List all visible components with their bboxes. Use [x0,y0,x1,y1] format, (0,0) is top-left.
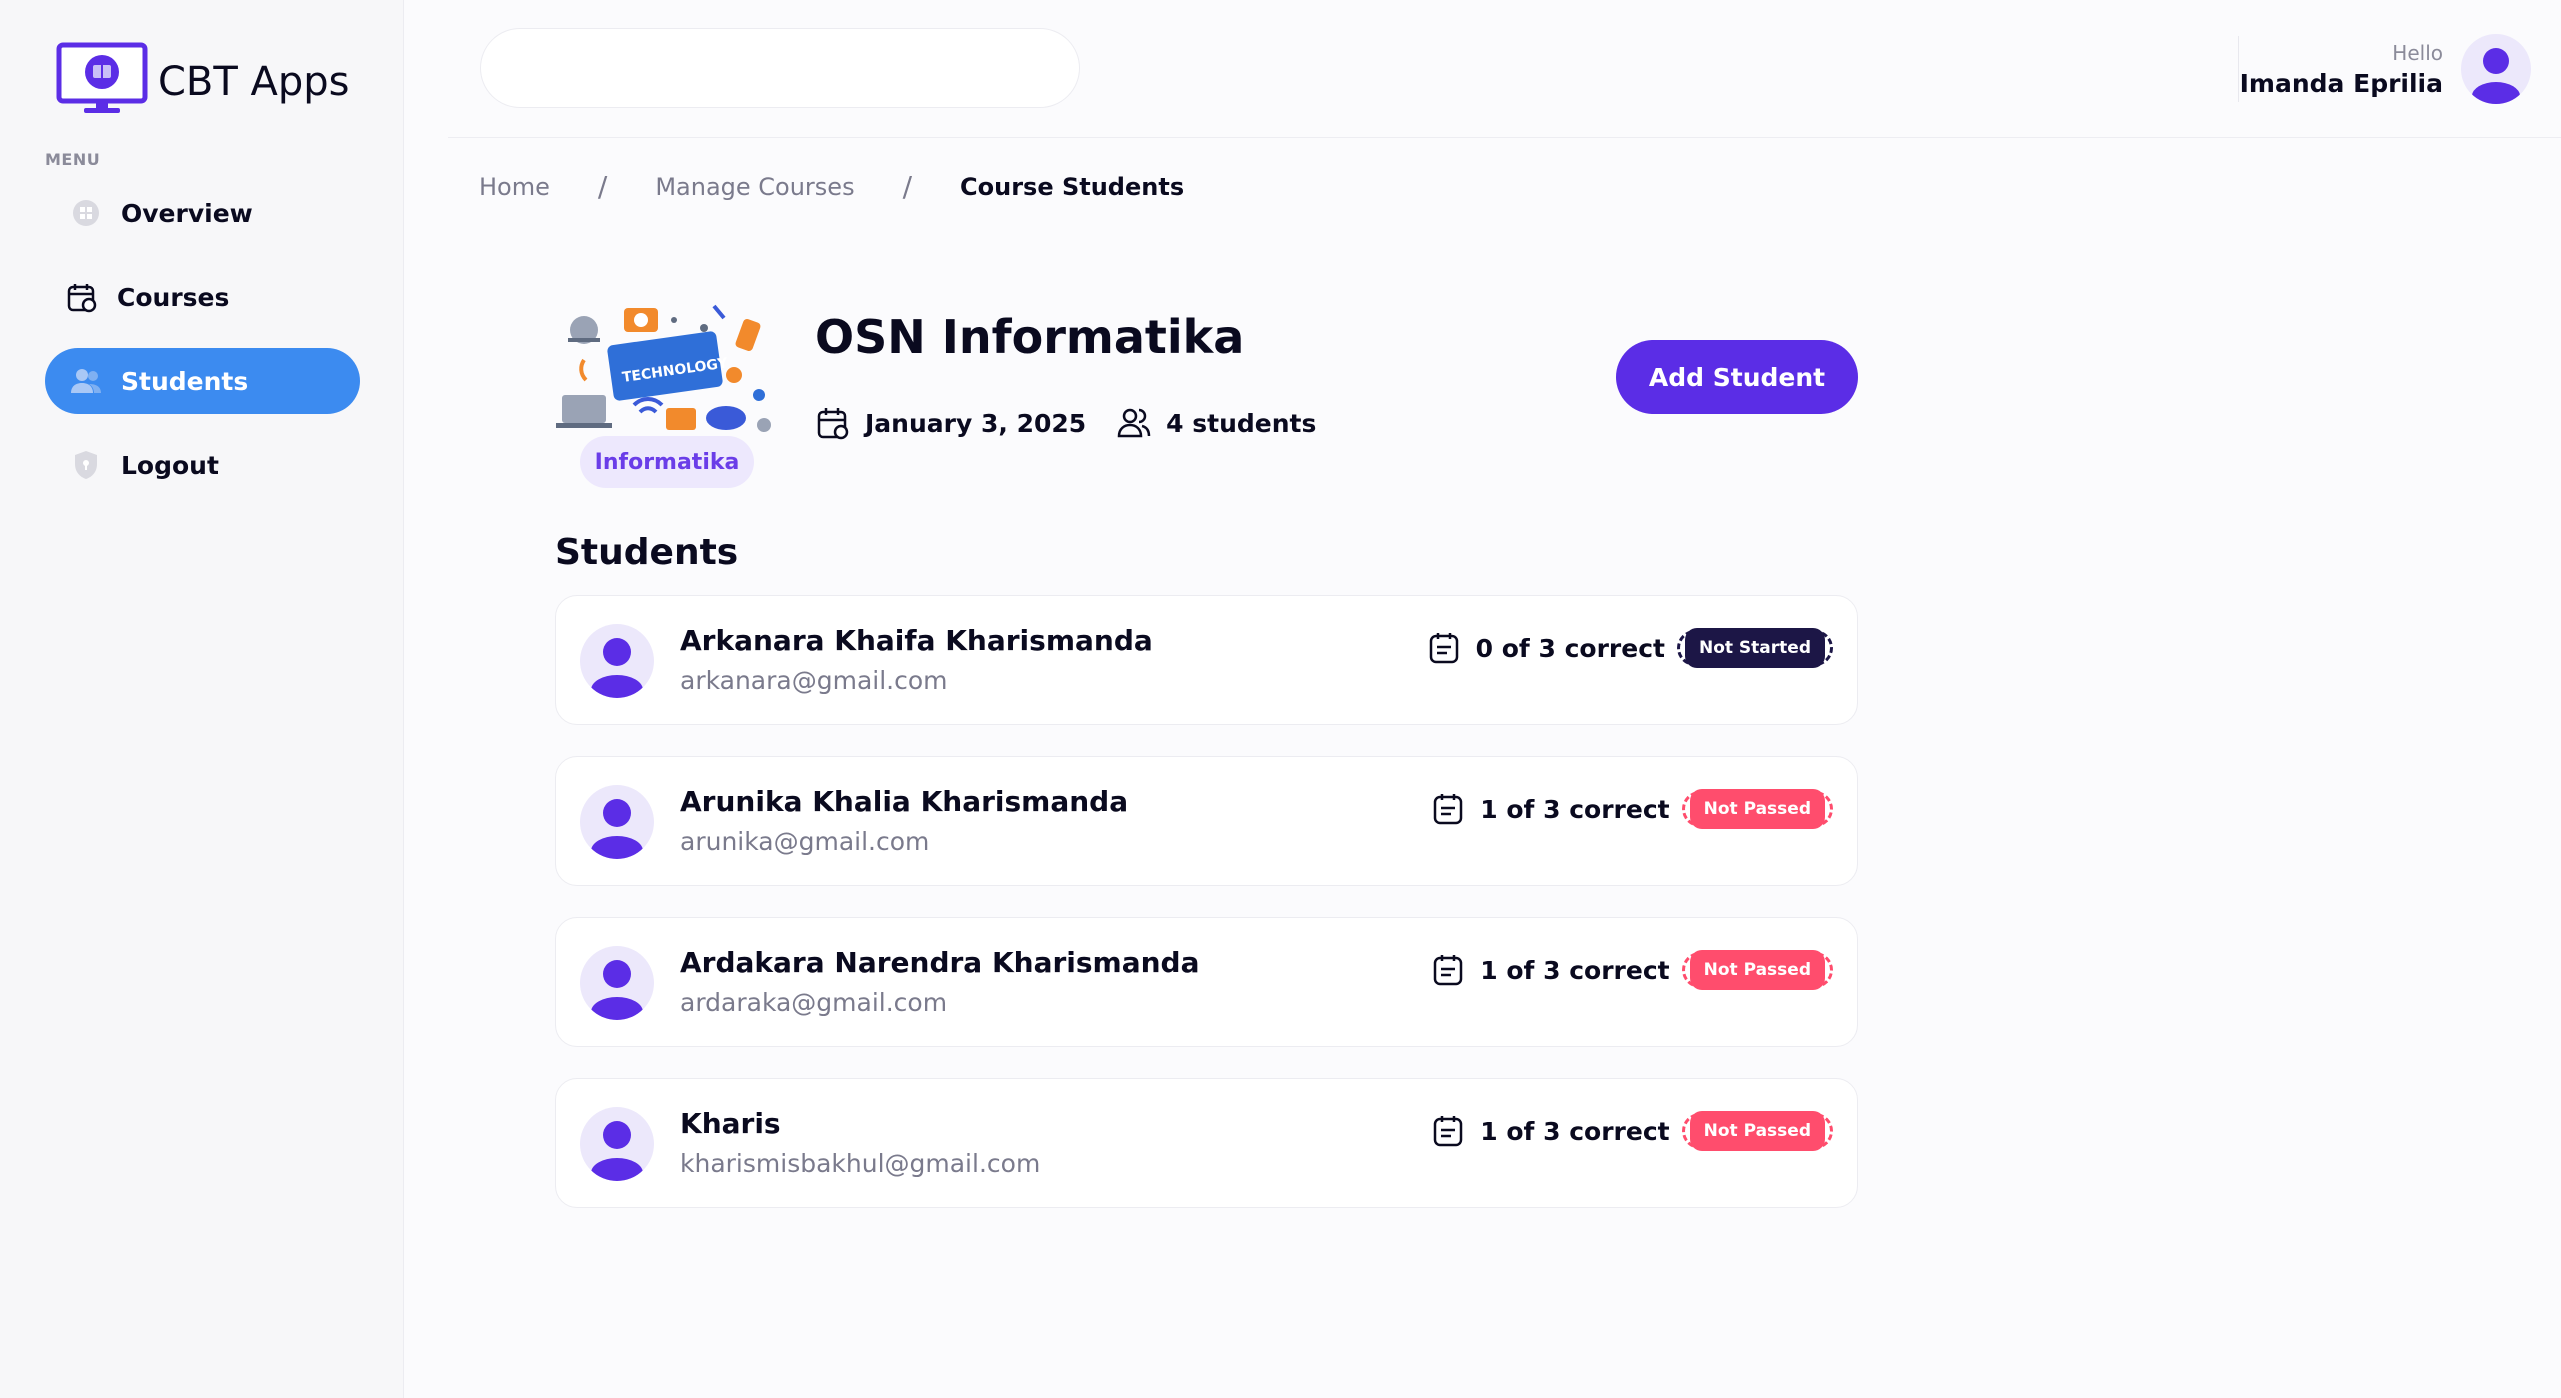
student-name: Kharis [680,1107,781,1140]
course-students-count: 4 students [1116,405,1316,441]
search-input[interactable] [480,28,1080,108]
breadcrumb-separator: / [902,170,913,203]
student-email: arkanara@gmail.com [680,666,948,695]
student-email: ardaraka@gmail.com [680,988,948,1017]
sidebar-item-students[interactable]: Students [45,348,360,414]
calendar-icon [815,405,851,441]
course-meta: January 3, 2025 4 students [815,405,1346,441]
avatar [580,785,654,859]
student-score: 1 of 3 correct [1480,794,1670,824]
student-result: 1 of 3 correct Not Passed [1430,1111,1833,1151]
status-badge-label: Not Passed [1689,950,1825,990]
menu-label: MENU [45,150,101,169]
list-item[interactable]: Arkanara Khaifa Kharismanda arkanara@gma… [555,595,1858,725]
students-list: Arkanara Khaifa Kharismanda arkanara@gma… [555,595,1858,1239]
shield-icon [69,448,103,482]
sidebar-item-logout[interactable]: Logout [45,432,360,498]
breadcrumb-separator: / [597,170,608,203]
sidebar-item-label: Overview [121,198,253,228]
breadcrumb-manage-courses[interactable]: Manage Courses [655,173,854,201]
avatar [580,624,654,698]
avatar [580,1107,654,1181]
sidebar-item-courses[interactable]: Courses [45,264,360,330]
clipboard-icon [1430,791,1466,827]
app-name: CBT Apps [158,59,350,105]
status-badge: Not Started [1676,628,1833,668]
status-badge-label: Not Passed [1689,789,1825,829]
students-heading: Students [555,532,739,573]
breadcrumb-current: Course Students [960,172,1185,201]
grid-icon [69,196,103,230]
sidebar-nav: Overview Courses Students Logout [45,180,360,516]
user-text: Hello Imanda Eprilia [2240,41,2443,98]
status-badge: Not Passed [1681,789,1833,829]
student-name: Arunika Khalia Kharismanda [680,785,1129,818]
sidebar-item-overview[interactable]: Overview [45,180,360,246]
student-result: 1 of 3 correct Not Passed [1430,789,1833,829]
sidebar-item-label: Students [121,366,249,396]
breadcrumb: Home / Manage Courses / Course Students [479,170,1184,203]
category-badge: Informatika [580,436,754,488]
student-email: arunika@gmail.com [680,827,930,856]
student-name: Arkanara Khaifa Kharismanda [680,624,1153,657]
calendar-icon [65,280,99,314]
list-item[interactable]: Ardakara Narendra Kharismanda ardaraka@g… [555,917,1858,1047]
course-date: January 3, 2025 [815,405,1086,441]
monitor-book-icon [56,42,148,116]
student-score: 0 of 3 correct [1475,633,1665,663]
course-thumbnail: TECHNOLOGY [554,300,780,440]
list-item[interactable]: Arunika Khalia Kharismanda arunika@gmail… [555,756,1858,886]
student-name: Ardakara Narendra Kharismanda [680,946,1200,979]
users-icon [1116,405,1152,441]
student-score: 1 of 3 correct [1480,955,1670,985]
user-profile[interactable]: Hello Imanda Eprilia [2240,34,2531,104]
clipboard-icon [1430,1113,1466,1149]
users-icon [69,364,103,398]
user-name: Imanda Eprilia [2239,68,2443,98]
sidebar-item-label: Courses [117,282,230,312]
course-title: OSN Informatika [815,310,1245,364]
top-bar: Hello Imanda Eprilia [448,0,2561,138]
student-result: 1 of 3 correct Not Passed [1430,950,1833,990]
sidebar-item-label: Logout [121,450,219,480]
sidebar: CBT Apps MENU Overview Courses Students [0,0,404,1398]
status-badge: Not Passed [1681,1111,1833,1151]
add-student-button[interactable]: Add Student [1616,340,1858,414]
greeting: Hello [2392,40,2443,65]
list-item[interactable]: Kharis kharismisbakhul@gmail.com 1 of 3 … [555,1078,1858,1208]
student-score: 1 of 3 correct [1480,1116,1670,1146]
student-result: 0 of 3 correct Not Started [1426,628,1833,668]
student-email: kharismisbakhul@gmail.com [680,1149,1041,1178]
brand-logo[interactable]: CBT Apps [56,42,350,116]
students-count-text: 4 students [1166,408,1317,438]
status-badge: Not Passed [1681,950,1833,990]
status-badge-label: Not Started [1684,628,1825,668]
clipboard-icon [1426,630,1462,666]
avatar [580,946,654,1020]
avatar[interactable] [2461,34,2531,104]
course-date-text: January 3, 2025 [865,408,1087,438]
breadcrumb-home[interactable]: Home [479,173,550,201]
clipboard-icon [1430,952,1466,988]
status-badge-label: Not Passed [1689,1111,1825,1151]
